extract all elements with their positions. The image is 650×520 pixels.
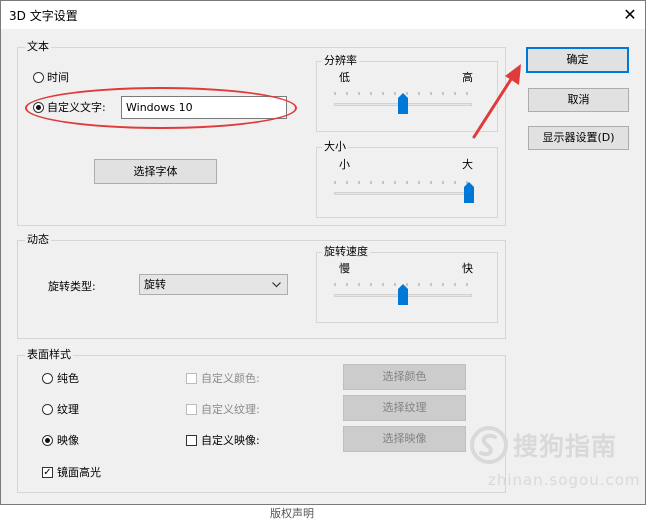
sogou-logo-icon	[470, 426, 508, 464]
cancel-button[interactable]: 取消	[528, 88, 629, 112]
choose-reflection-button[interactable]: 选择映像	[343, 426, 466, 452]
custom-color-label: 自定义颜色:	[201, 372, 260, 385]
resolution-slider-thumb[interactable]	[397, 93, 408, 114]
watermark-url: zhinan.sogou.com	[488, 471, 641, 489]
size-small-label: 小	[339, 158, 350, 171]
size-slider-track[interactable]	[334, 192, 472, 195]
choose-color-button[interactable]: 选择颜色	[343, 364, 466, 390]
dynamic-group-label: 动态	[25, 233, 51, 246]
annotation-arrow-icon	[472, 64, 521, 139]
choose-font-button[interactable]: 选择字体	[94, 159, 217, 184]
watermark-brand: 搜狗指南	[513, 432, 618, 461]
chevron-down-icon	[272, 282, 281, 288]
radio-time-label: 时间	[47, 71, 69, 84]
below-window-text: 版权声明	[270, 507, 314, 520]
custom-reflection-label: 自定义映像:	[201, 434, 260, 447]
title-bar: 3D 文字设置 ✕	[1, 1, 645, 29]
dialog-window: 3D 文字设置 ✕ 文本 时间 自定义文字: Windows 10 选择字体 分…	[0, 0, 646, 505]
radio-texture[interactable]	[42, 404, 53, 415]
specular-checkbox[interactable]: ✓	[42, 467, 53, 478]
size-slider-ticks	[334, 181, 468, 184]
size-slider-thumb[interactable]	[464, 182, 474, 203]
resolution-low-label: 低	[339, 71, 350, 84]
window-title: 3D 文字设置	[9, 9, 78, 23]
rotation-type-select[interactable]: 旋转	[139, 274, 288, 295]
rotation-speed-slider-thumb[interactable]	[397, 284, 408, 305]
surface-group-label: 表面样式	[25, 348, 73, 361]
radio-reflection[interactable]	[42, 435, 53, 446]
radio-texture-label: 纹理	[57, 403, 79, 416]
custom-reflection-checkbox[interactable]	[186, 435, 197, 446]
ok-button[interactable]: 确定	[526, 47, 629, 73]
radio-reflection-label: 映像	[57, 434, 79, 447]
radio-solid-color[interactable]	[42, 373, 53, 384]
specular-label: 镜面高光	[57, 466, 101, 479]
rotation-type-value: 旋转	[144, 278, 166, 291]
custom-color-checkbox[interactable]	[186, 373, 197, 384]
close-icon[interactable]: ✕	[615, 1, 645, 29]
rotation-speed-label: 旋转速度	[322, 245, 370, 258]
rotation-speed-fast-label: 快	[462, 262, 473, 275]
custom-texture-label: 自定义纹理:	[201, 403, 260, 416]
resolution-label: 分辨率	[322, 54, 359, 67]
choose-texture-button[interactable]: 选择纹理	[343, 395, 466, 421]
rotation-type-label: 旋转类型:	[48, 280, 96, 293]
custom-texture-checkbox[interactable]	[186, 404, 197, 415]
radio-time[interactable]	[33, 72, 44, 83]
size-label: 大小	[322, 140, 348, 153]
text-group-label: 文本	[25, 40, 51, 53]
radio-solid-color-label: 纯色	[57, 372, 79, 385]
size-large-label: 大	[462, 158, 473, 171]
display-settings-button[interactable]: 显示器设置(D)	[528, 126, 629, 150]
rotation-speed-slow-label: 慢	[339, 262, 350, 275]
annotation-ellipse	[25, 87, 297, 129]
